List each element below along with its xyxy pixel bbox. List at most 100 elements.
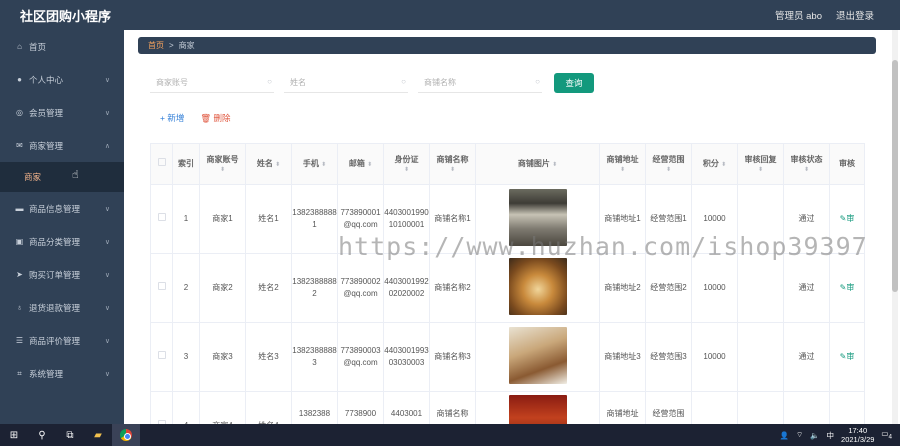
windows-start-icon[interactable]: ⊞ [0, 424, 28, 446]
cell-shop-address: 商铺地址1 [599, 184, 646, 254]
sort-icon[interactable]: ⬍ [321, 162, 326, 168]
sort-icon[interactable]: ⬍ [385, 166, 429, 174]
search-icon[interactable]: ⚲ [28, 424, 56, 446]
cell-id-card: 440300199202020002 [383, 253, 430, 323]
sidebar-item-label: 商品分类管理 [29, 236, 81, 247]
row-checkbox[interactable] [150, 391, 173, 424]
sort-icon[interactable]: ⬍ [431, 166, 475, 174]
sidebar-item-label: 首页 [29, 41, 47, 52]
column-header-phone[interactable]: 手机 ⬍ [291, 143, 338, 185]
audit-link[interactable]: ✎审 [840, 352, 855, 361]
delete-button[interactable]: 🗑 删除 [200, 112, 230, 124]
sidebar-item-system[interactable]: ⌗ 系统管理 ∨ [0, 357, 124, 390]
sidebar-item-refunds[interactable]: ♁ 退货退款管理 ∨ [0, 291, 124, 324]
chevron-down-icon: ∨ [104, 238, 110, 246]
cell-shop-name: 商铺名称 [429, 391, 476, 424]
sidebar-subitem-merchant[interactable]: 商家 ☝ [0, 162, 124, 192]
column-header-audit-reply[interactable]: 审核回复 ⬍ [737, 143, 784, 185]
notification-count: 4 [888, 433, 892, 441]
search-icon: ○ [401, 77, 406, 86]
scroll-thumb[interactable] [892, 60, 898, 292]
cell-email: 773890001@qq.com [337, 184, 384, 254]
sidebar-item-orders[interactable]: ➤ 购买订单管理 ∨ [0, 258, 124, 291]
breadcrumb-separator: > [169, 41, 174, 50]
sort-icon[interactable]: ⬍ [739, 166, 783, 174]
sort-icon[interactable]: ⬍ [367, 162, 372, 168]
account-search-input[interactable]: 商家账号 ○ [150, 73, 274, 93]
sort-icon[interactable]: ⬍ [601, 166, 645, 174]
cell-email: 773890003@qq.com [337, 322, 384, 392]
column-header-shop-name[interactable]: 商铺名称 ⬍ [429, 143, 476, 185]
sidebar-item-members[interactable]: ◎ 会员管理 ∨ [0, 96, 124, 129]
cell-phone: 13823888881 [291, 184, 338, 254]
row-checkbox[interactable] [150, 253, 173, 323]
clock[interactable]: 17:40 2021/3/29 [841, 426, 874, 444]
network-icon[interactable]: ⌔ [796, 430, 803, 440]
merchant-table: 索引 商家账号 ⬍ 姓名 ⬍ 手机 ⬍ 邮箱 ⬍ 身份证 ⬍ 商铺名称 ⬍ 商铺图片 … [150, 143, 865, 424]
page-scrollbar[interactable] [892, 30, 898, 424]
add-button[interactable]: + 新增 [160, 112, 184, 124]
column-header-points[interactable]: 积分 ⬍ [691, 143, 738, 185]
breadcrumb-home[interactable]: 首页 [148, 40, 164, 51]
cursor-icon: ☝ [72, 169, 79, 181]
sidebar-item-home[interactable]: ⌂ 首页 [0, 30, 124, 63]
search-form: 商家账号 ○ 姓名 ○ 商铺名称 ○ 查询 [150, 73, 594, 93]
column-header-shop-address[interactable]: 商铺地址 ⬍ [599, 143, 646, 185]
ime-indicator[interactable]: 中 [827, 430, 835, 441]
row-checkbox[interactable] [150, 184, 173, 254]
shop-image[interactable] [508, 188, 567, 246]
cell-shop-name: 商铺名称1 [429, 184, 476, 254]
sort-icon[interactable]: ⬍ [201, 166, 245, 174]
sidebar-item-product-category[interactable]: ▣ 商品分类管理 ∨ [0, 225, 124, 258]
user-tray-icon[interactable]: 👤 [780, 431, 789, 440]
cell-audit-reply [737, 391, 784, 424]
notification-icon[interactable]: ▭4 [881, 429, 892, 441]
cell-audit-status [783, 391, 830, 424]
sidebar-item-product-info[interactable]: ▬ 商品信息管理 ∨ [0, 192, 124, 225]
name-placeholder: 姓名 [290, 78, 306, 87]
sidebar-item-label: 商家管理 [29, 140, 64, 151]
current-user[interactable]: 管理员 abo [775, 8, 822, 22]
column-header-id-card[interactable]: 身份证 ⬍ [383, 143, 430, 185]
file-explorer-icon[interactable]: ▰ [84, 424, 112, 446]
sort-icon[interactable]: ⬍ [785, 166, 829, 174]
audit-link[interactable]: ✎审 [840, 214, 855, 223]
shop-search-input[interactable]: 商铺名称 ○ [418, 73, 542, 93]
sort-icon[interactable]: ⬍ [275, 162, 280, 168]
column-header-audit-status[interactable]: 审核状态 ⬍ [783, 143, 830, 185]
cell-business-scope: 经营范围 [645, 391, 692, 424]
sidebar-item-merchants[interactable]: ✉ 商家管理 ∧ [0, 129, 124, 162]
cell-name: 姓名4 [245, 391, 292, 424]
cell-account: 商家4 [199, 391, 246, 424]
volume-icon[interactable]: 🔈 [810, 431, 819, 440]
sort-icon[interactable]: ⬍ [552, 162, 557, 168]
name-search-input[interactable]: 姓名 ○ [284, 73, 408, 93]
table-row: 3 商家3 姓名3 13823888883 773890003@qq.com 4… [150, 322, 865, 392]
shop-image[interactable] [508, 395, 567, 424]
cell-points: 10000 [691, 253, 738, 323]
shop-image[interactable] [508, 257, 567, 315]
column-header-business-scope[interactable]: 经营范围 ⬍ [645, 143, 692, 185]
sidebar-item-personal-center[interactable]: ● 个人中心 ∨ [0, 63, 124, 96]
query-button[interactable]: 查询 [554, 73, 594, 93]
cell-id-card: 4403001 [383, 391, 430, 424]
column-header-email[interactable]: 邮箱 ⬍ [337, 143, 384, 185]
shop-image[interactable] [508, 326, 567, 384]
sort-icon[interactable]: ⬍ [721, 162, 726, 168]
column-header-shop-image[interactable]: 商铺图片 ⬍ [475, 143, 600, 185]
chrome-icon[interactable] [112, 424, 140, 446]
sort-icon[interactable]: ⬍ [647, 166, 691, 174]
select-all-checkbox[interactable] [150, 143, 173, 185]
audit-link[interactable]: ✎审 [840, 283, 855, 292]
sidebar-item-label: 商品评价管理 [29, 335, 81, 346]
list-icon: ☰ [15, 336, 24, 345]
sidebar-item-reviews[interactable]: ☰ 商品评价管理 ∨ [0, 324, 124, 357]
task-view-icon[interactable]: ⧉ [56, 424, 84, 446]
column-header-name[interactable]: 姓名 ⬍ [245, 143, 292, 185]
logout-link[interactable]: 退出登录 [836, 8, 874, 22]
cell-index: 4 [172, 391, 200, 424]
chevron-down-icon: ∨ [104, 337, 110, 345]
column-header-account[interactable]: 商家账号 ⬍ [199, 143, 246, 185]
breadcrumb-current: 商家 [178, 41, 195, 50]
row-checkbox[interactable] [150, 322, 173, 392]
